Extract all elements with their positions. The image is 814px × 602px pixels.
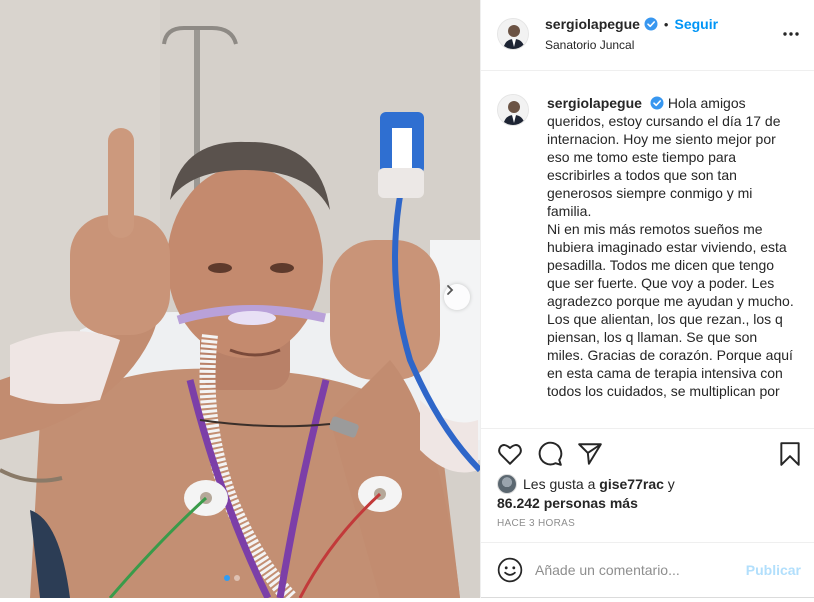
post-header: sergiolapegue • Seguir Sanatorio Juncal bbox=[481, 0, 814, 71]
avatar[interactable] bbox=[497, 18, 529, 50]
emoji-icon[interactable] bbox=[497, 557, 523, 583]
heart-icon[interactable] bbox=[497, 441, 523, 467]
post-timestamp[interactable]: HACE 3 HORAS bbox=[497, 518, 575, 529]
username-link[interactable]: sergiolapegue bbox=[545, 16, 640, 32]
separator-dot: • bbox=[663, 16, 669, 32]
post-details-panel: sergiolapegue • Seguir Sanatorio Juncal bbox=[480, 0, 814, 598]
paper-plane-icon[interactable] bbox=[577, 441, 603, 467]
post-photo[interactable] bbox=[0, 0, 480, 598]
verified-badge-icon bbox=[650, 96, 664, 110]
caption-avatar[interactable] bbox=[497, 94, 529, 126]
liker-username[interactable]: gise77rac bbox=[599, 476, 664, 492]
likes-conjunction: y bbox=[667, 476, 675, 492]
publish-button[interactable]: Publicar bbox=[746, 562, 801, 578]
caption-username[interactable]: sergiolapegue bbox=[547, 95, 642, 111]
likes-summary: Les gusta a gise77rac y 86.242 personas … bbox=[497, 474, 797, 512]
liker-avatar[interactable] bbox=[497, 474, 517, 494]
comment-input[interactable] bbox=[535, 557, 735, 583]
carousel-next-button[interactable] bbox=[444, 284, 470, 310]
post-dialog: sergiolapegue • Seguir Sanatorio Juncal bbox=[0, 0, 814, 598]
likes-prefix: Les gusta a bbox=[523, 476, 596, 492]
bookmark-icon[interactable] bbox=[777, 441, 803, 467]
location-link[interactable]: Sanatorio Juncal bbox=[545, 38, 634, 52]
post-actions bbox=[481, 428, 814, 478]
caption-area: sergiolapegue Hola amigos queridos, esto… bbox=[481, 72, 814, 428]
carousel-dot-active bbox=[224, 575, 230, 581]
chevron-right-icon bbox=[447, 285, 454, 295]
more-options-icon[interactable] bbox=[781, 24, 801, 44]
comment-icon[interactable] bbox=[537, 441, 563, 467]
header-name-line: sergiolapegue • Seguir bbox=[545, 16, 718, 32]
comment-form: Publicar bbox=[481, 542, 814, 598]
carousel-indicator bbox=[224, 575, 240, 581]
caption-text: Hola amigos queridos, estoy cursando el … bbox=[547, 95, 794, 399]
likes-count[interactable]: 86.242 personas más bbox=[497, 495, 638, 511]
follow-button[interactable]: Seguir bbox=[674, 16, 718, 32]
avatar-image bbox=[498, 95, 528, 125]
carousel-dot bbox=[234, 575, 240, 581]
photo-illustration bbox=[0, 0, 480, 598]
verified-badge-icon bbox=[644, 17, 658, 31]
avatar-image bbox=[498, 19, 528, 49]
post-caption: sergiolapegue Hola amigos queridos, esto… bbox=[547, 94, 795, 400]
